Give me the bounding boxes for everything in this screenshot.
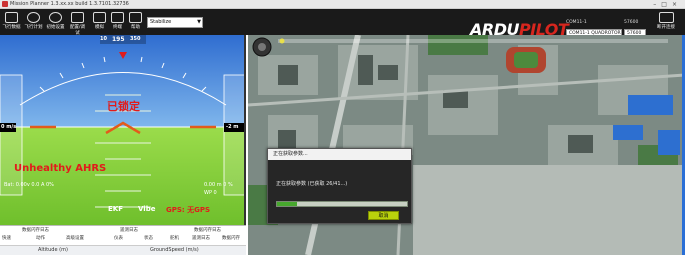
- flight-data-button[interactable]: 飞行数据: [2, 12, 21, 34]
- waypoint-readout: WP 0: [204, 190, 217, 196]
- baud-rate-label: 57600: [624, 20, 639, 25]
- heading-tick-right: 350: [130, 36, 141, 42]
- terminal-button[interactable]: 终端: [108, 12, 127, 34]
- tab-dataflash-log[interactable]: 数据闪存日志: [22, 227, 49, 234]
- tab-servo[interactable]: 舵机: [170, 236, 179, 242]
- main-toolbar: 飞行数据 飞行计划 初始设置 配置/调试 模拟 终端 帮助 Stabilize: [0, 9, 685, 39]
- help-icon: [129, 12, 142, 23]
- mission-planner-window: Mission Planner 1.3.xx.xx build 1.3.7101…: [0, 0, 685, 255]
- distance-readout: 0.00 m 0 %: [204, 182, 233, 188]
- help-button[interactable]: 帮助: [126, 12, 145, 34]
- battery-readout: Bat: 0.00v 0.0 A 0%: [4, 182, 54, 188]
- tab-advanced[interactable]: 高级设置: [66, 236, 84, 242]
- chevron-down-icon: ▼: [197, 19, 201, 25]
- tab-dataflash[interactable]: 数据闪存日志: [194, 227, 221, 234]
- config-tuning-icon: [71, 12, 84, 23]
- heading-value: 195: [112, 36, 125, 43]
- help-label: 帮助: [131, 25, 140, 30]
- tab-telemetry-log[interactable]: 遥测日志: [120, 227, 138, 234]
- disconnect-label: 断开连接: [657, 25, 675, 30]
- plug-icon: [658, 12, 674, 23]
- initial-setup-icon: [49, 12, 62, 23]
- flight-data-label: 飞行数据: [2, 25, 21, 30]
- hud-graphics: [0, 35, 244, 225]
- tab-dataflash-logs[interactable]: 数据闪存: [222, 236, 240, 242]
- flight-plan-label: 飞行计划: [24, 25, 43, 30]
- tab-quick[interactable]: 快速: [2, 236, 11, 242]
- dialog-cancel-button[interactable]: 取消: [368, 211, 399, 220]
- window-controls[interactable]: –□×: [653, 0, 682, 9]
- title-bar: Mission Planner 1.3.xx.xx build 1.3.7101…: [0, 0, 685, 9]
- dialog-message: 正在获取参数 (已获取 26/41...): [276, 181, 348, 187]
- speed-readout: 0 m/s: [1, 124, 17, 130]
- speed-tape: [0, 74, 23, 196]
- flight-plan-icon: [27, 12, 40, 23]
- altitude-tape: [223, 74, 244, 196]
- simulation-button[interactable]: 模拟: [90, 12, 109, 34]
- flight-plan-button[interactable]: 飞行计划: [24, 12, 43, 34]
- window-title: Mission Planner 1.3.xx.xx build 1.3.7101…: [10, 1, 129, 7]
- tab-actions[interactable]: 动作: [36, 236, 45, 242]
- tab-tlogs[interactable]: 遥测日志: [192, 236, 210, 242]
- heading-tick-left: 10: [100, 36, 107, 42]
- hud-panel: 10 195 350 已锁定 Unhealthy AHRS 0 m/s -2 m…: [0, 35, 246, 225]
- flight-mode-value: Stabilize: [150, 19, 172, 25]
- tab-gauges[interactable]: 仪表: [114, 236, 123, 242]
- quick-values: Altitude (m) GroundSpeed (m/s): [0, 245, 246, 255]
- terminal-label: 终端: [113, 25, 122, 30]
- quick-altitude-label: Altitude (m): [38, 247, 68, 253]
- altitude-readout: -2 m: [226, 124, 239, 130]
- ahrs-warning-text: Unhealthy AHRS: [14, 163, 107, 174]
- quick-groundspeed-label: GroundSpeed (m/s): [150, 247, 199, 253]
- disconnect-button[interactable]: 断开连接: [652, 12, 680, 34]
- simulation-icon: [93, 12, 106, 23]
- config-tuning-button[interactable]: 配置/调试: [68, 12, 87, 36]
- flight-data-icon: [5, 12, 18, 23]
- initial-setup-label: 初始设置: [46, 25, 65, 30]
- actions-panel: 数据闪存日志 遥测日志 数据闪存日志 快速 动作 高级设置 仪表 状态 舵机 遥…: [0, 225, 246, 255]
- app-icon: [2, 1, 8, 7]
- ekf-status[interactable]: EKF: [108, 205, 123, 213]
- param-loading-dialog: 正在获取参数... 正在获取参数 (已获取 26/41...) 取消: [267, 148, 412, 224]
- terminal-icon: [111, 12, 124, 23]
- initial-setup-button[interactable]: 初始设置: [46, 12, 65, 34]
- dialog-title: 正在获取参数...: [268, 149, 411, 160]
- simulation-label: 模拟: [95, 25, 104, 30]
- armed-status-text: 已锁定: [107, 100, 140, 113]
- com-port-label: COM11-1: [566, 20, 587, 25]
- param-progress-fill: [277, 202, 297, 206]
- gps-status: GPS: 无GPS: [166, 206, 211, 214]
- vibe-status[interactable]: Vibe: [138, 205, 155, 213]
- tab-status[interactable]: 状态: [144, 236, 153, 242]
- flight-mode-select[interactable]: Stabilize ▼: [147, 17, 203, 28]
- param-progress-bar: [276, 201, 408, 207]
